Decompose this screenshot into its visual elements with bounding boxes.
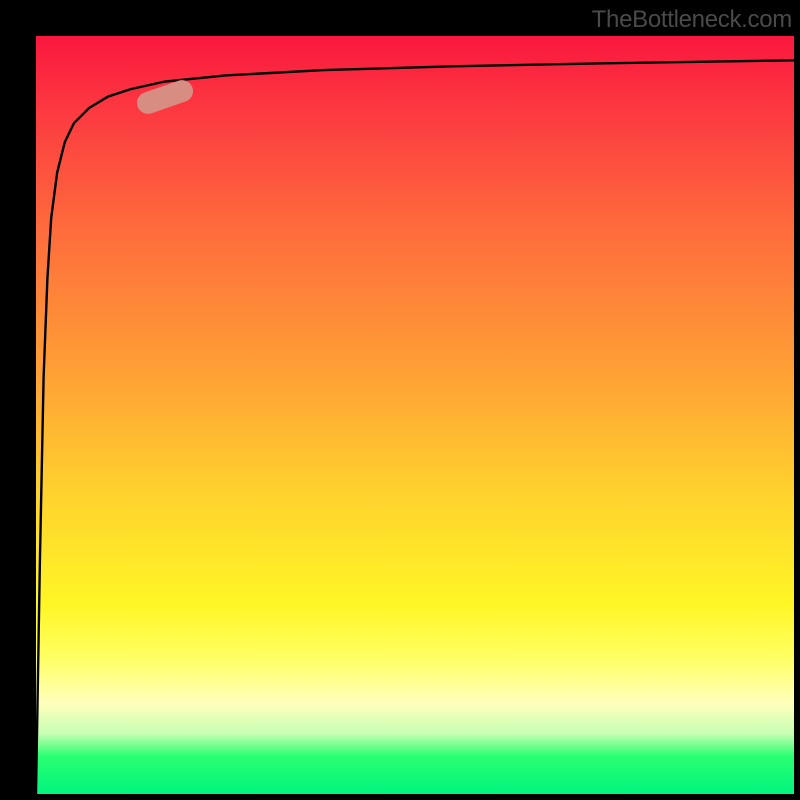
chart-plot-area xyxy=(36,36,794,794)
attribution-label: TheBottleneck.com xyxy=(592,6,792,34)
chart-frame: TheBottleneck.com xyxy=(0,0,800,800)
